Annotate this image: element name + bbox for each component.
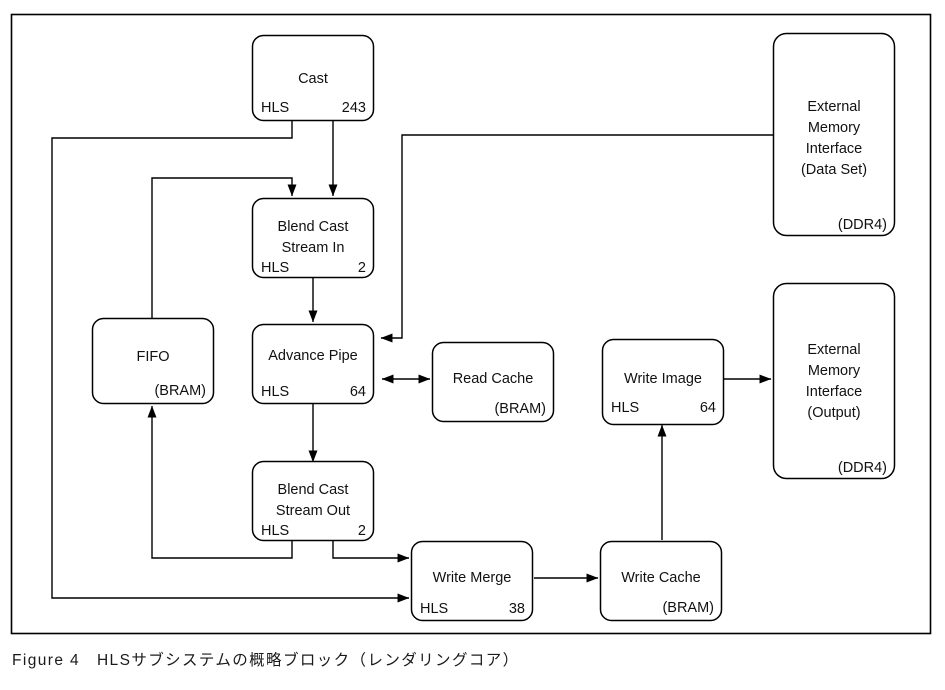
node-external-memory-dataset-title-line2: Memory xyxy=(808,120,861,136)
node-external-memory-output-title-line1: External xyxy=(807,342,860,358)
node-external-memory-dataset-title-line3: Interface xyxy=(806,141,862,157)
node-blend-cast-stream-in-title-line2: Stream In xyxy=(282,240,345,256)
node-fifo[interactable]: FIFO (BRAM) xyxy=(91,317,215,405)
node-read-cache-title: Read Cache xyxy=(453,371,534,387)
node-blend-cast-stream-out[interactable]: Blend Cast Stream Out HLS 2 xyxy=(251,460,375,542)
figure-container: Cast HLS 243 Blend Cast Stream In HLS 2 … xyxy=(0,0,945,690)
figure-caption: Figure 4 HLSサブシステムの概略ブロック（レンダリングコア） xyxy=(12,652,520,669)
node-external-memory-output-box[interactable] xyxy=(772,282,896,480)
node-advance-pipe-corner-right: 64 xyxy=(350,384,366,400)
node-write-merge-corner-left: HLS xyxy=(420,601,448,617)
node-blend-cast-stream-out-title-line2: Stream Out xyxy=(276,503,350,519)
node-advance-pipe-title: Advance Pipe xyxy=(268,348,357,364)
node-write-cache[interactable]: Write Cache (BRAM) xyxy=(599,540,723,622)
node-write-merge-title: Write Merge xyxy=(433,570,512,586)
node-write-image-corner-right: 64 xyxy=(700,400,716,416)
node-write-image-corner-left: HLS xyxy=(611,400,639,416)
node-blend-cast-stream-in-title-line1: Blend Cast xyxy=(278,219,349,235)
node-external-memory-dataset-corner-right: (DDR4) xyxy=(838,217,887,233)
node-advance-pipe-corner-left: HLS xyxy=(261,384,289,400)
node-write-image-title: Write Image xyxy=(624,371,702,387)
node-blend-cast-stream-out-title-line1: Blend Cast xyxy=(278,482,349,498)
node-write-merge[interactable]: Write Merge HLS 38 xyxy=(410,540,534,622)
node-external-memory-output-title-line2: Memory xyxy=(808,363,861,379)
node-read-cache[interactable]: Read Cache (BRAM) xyxy=(431,341,555,423)
node-cast-corner-left: HLS xyxy=(261,100,289,116)
node-external-memory-output[interactable]: External Memory Interface (Output) (DDR4… xyxy=(772,282,896,480)
node-blend-cast-stream-out-corner-left: HLS xyxy=(261,523,289,539)
node-external-memory-dataset[interactable]: External Memory Interface (Data Set) (DD… xyxy=(772,32,896,237)
block-diagram: Cast HLS 243 Blend Cast Stream In HLS 2 … xyxy=(10,13,932,635)
node-blend-cast-stream-out-corner-right: 2 xyxy=(358,523,366,539)
node-write-cache-corner-right: (BRAM) xyxy=(662,600,714,616)
node-external-memory-dataset-title-line4: (Data Set) xyxy=(801,162,867,178)
node-read-cache-corner-right: (BRAM) xyxy=(494,401,546,417)
connector-ext-mem-dataset-to-advance-pipe xyxy=(380,134,773,343)
node-advance-pipe[interactable]: Advance Pipe HLS 64 xyxy=(251,323,375,405)
node-cast-title: Cast xyxy=(298,71,328,87)
node-external-memory-output-corner-right: (DDR4) xyxy=(838,460,887,476)
node-fifo-corner-right: (BRAM) xyxy=(154,383,206,399)
node-write-cache-title: Write Cache xyxy=(621,570,701,586)
node-cast-corner-right: 243 xyxy=(342,100,366,116)
node-blend-cast-stream-in-corner-left: HLS xyxy=(261,260,289,276)
node-write-image[interactable]: Write Image HLS 64 xyxy=(601,338,725,426)
node-write-merge-corner-right: 38 xyxy=(509,601,525,617)
node-fifo-title: FIFO xyxy=(136,349,169,365)
node-blend-cast-stream-in-corner-right: 2 xyxy=(358,260,366,276)
node-external-memory-output-title-line3: Interface xyxy=(806,384,862,400)
node-external-memory-output-title-line4: (Output) xyxy=(807,405,860,421)
node-cast[interactable]: Cast HLS 243 xyxy=(251,34,375,122)
node-external-memory-dataset-title-line1: External xyxy=(807,99,860,115)
node-blend-cast-stream-in[interactable]: Blend Cast Stream In HLS 2 xyxy=(251,197,375,279)
